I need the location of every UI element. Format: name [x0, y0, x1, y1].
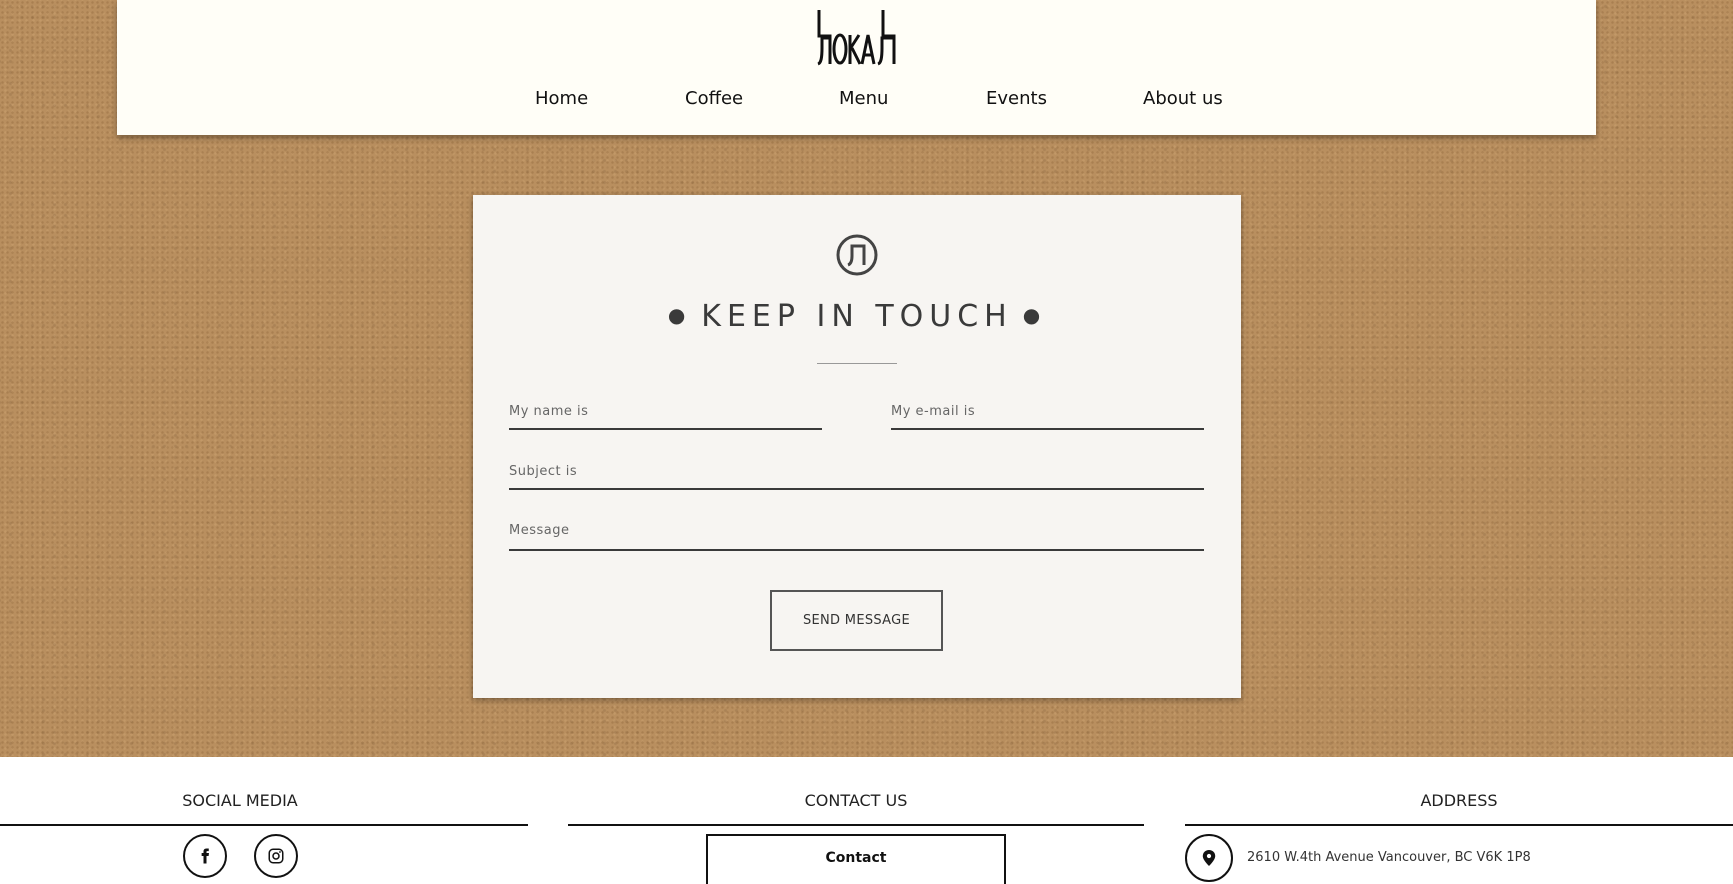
- nav-menu[interactable]: Menu: [839, 88, 888, 109]
- address-divider: [1185, 824, 1733, 826]
- social-divider: [0, 824, 528, 826]
- name-input[interactable]: [509, 404, 822, 419]
- message-field[interactable]: [509, 515, 1204, 551]
- map-pin-icon: [1202, 850, 1216, 866]
- message-input[interactable]: [509, 523, 1204, 538]
- address-text: 2610 W.4th Avenue Vancouver, BC V6K 1P8: [1247, 850, 1531, 865]
- instagram-link[interactable]: [254, 834, 298, 878]
- site-header: Home Coffee Menu Events About us: [117, 0, 1596, 135]
- instagram-icon: [268, 848, 284, 864]
- contact-card: ● KEEP IN TOUCH ● SEND MESSAGE: [473, 195, 1241, 698]
- title-bullet-left: ●: [667, 302, 692, 327]
- email-input[interactable]: [891, 404, 1204, 419]
- address-pin: [1185, 834, 1233, 882]
- keep-in-touch-title: ● KEEP IN TOUCH ●: [473, 299, 1241, 334]
- contact-button[interactable]: Contact: [706, 834, 1006, 884]
- nav-coffee[interactable]: Coffee: [685, 88, 743, 109]
- lokal-emblem-icon: [836, 234, 878, 276]
- subject-input[interactable]: [509, 464, 1204, 479]
- address-heading: ADDRESS: [1420, 791, 1498, 810]
- send-message-button[interactable]: SEND MESSAGE: [770, 590, 943, 651]
- contact-us-heading: CONTACT US: [804, 791, 908, 810]
- facebook-link[interactable]: [183, 834, 227, 878]
- social-media-heading: SOCIAL MEDIA: [182, 791, 298, 810]
- email-field[interactable]: [891, 396, 1204, 430]
- nav-about-us[interactable]: About us: [1143, 88, 1223, 109]
- contact-divider: [568, 824, 1144, 826]
- title-divider: [817, 363, 897, 364]
- name-field[interactable]: [509, 396, 822, 430]
- site-footer: SOCIAL MEDIA CONTACT US Contact ADDRESS …: [0, 757, 1733, 884]
- lokal-logo[interactable]: [816, 8, 898, 66]
- title-bullet-right: ●: [1022, 302, 1047, 327]
- nav-home[interactable]: Home: [535, 88, 588, 109]
- main-nav: Home Coffee Menu Events About us: [117, 88, 1596, 116]
- title-text: KEEP IN TOUCH: [701, 299, 1013, 334]
- nav-events[interactable]: Events: [986, 88, 1047, 109]
- subject-field[interactable]: [509, 456, 1204, 490]
- facebook-icon: [201, 848, 209, 864]
